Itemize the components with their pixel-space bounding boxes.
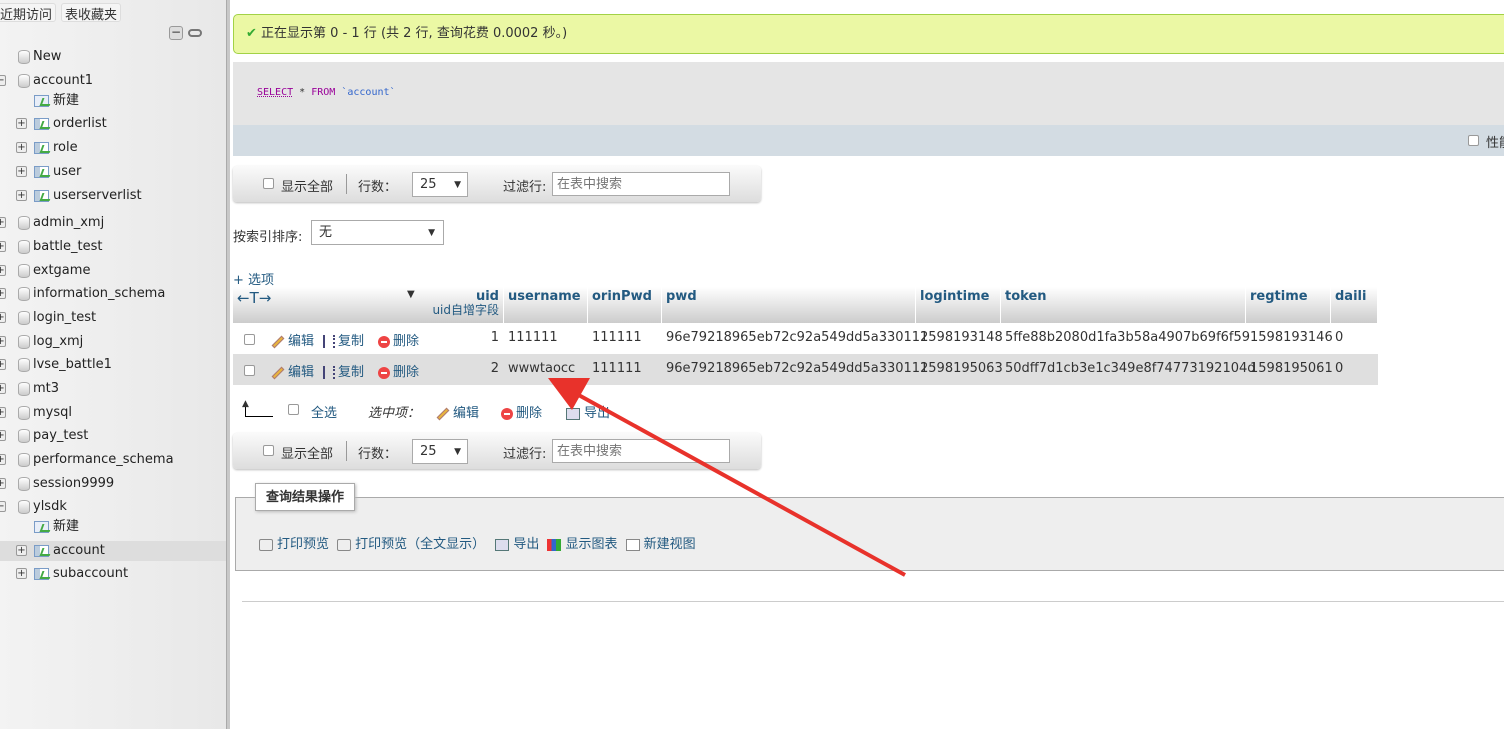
arrow-shaft bbox=[574, 391, 906, 577]
arrow-head bbox=[548, 378, 590, 410]
annotation-arrow bbox=[548, 378, 906, 577]
